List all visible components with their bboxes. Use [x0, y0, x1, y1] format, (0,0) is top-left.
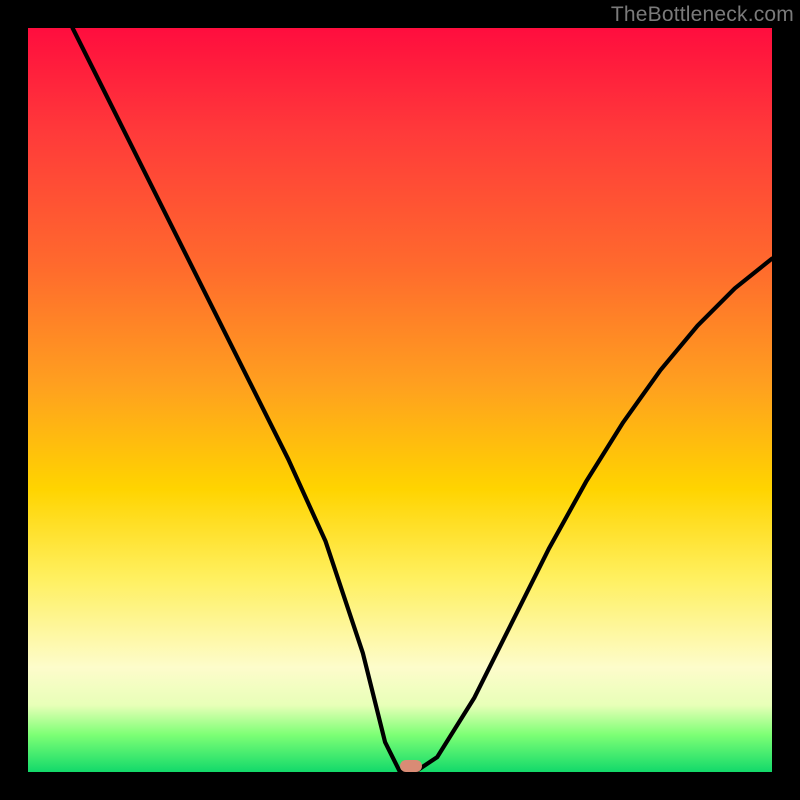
chart-svg: [28, 28, 772, 772]
bottleneck-curve: [73, 28, 772, 772]
chart-frame: TheBottleneck.com: [0, 0, 800, 800]
plot-area: [28, 28, 772, 772]
min-marker: [400, 760, 422, 772]
watermark-label: TheBottleneck.com: [611, 3, 794, 27]
